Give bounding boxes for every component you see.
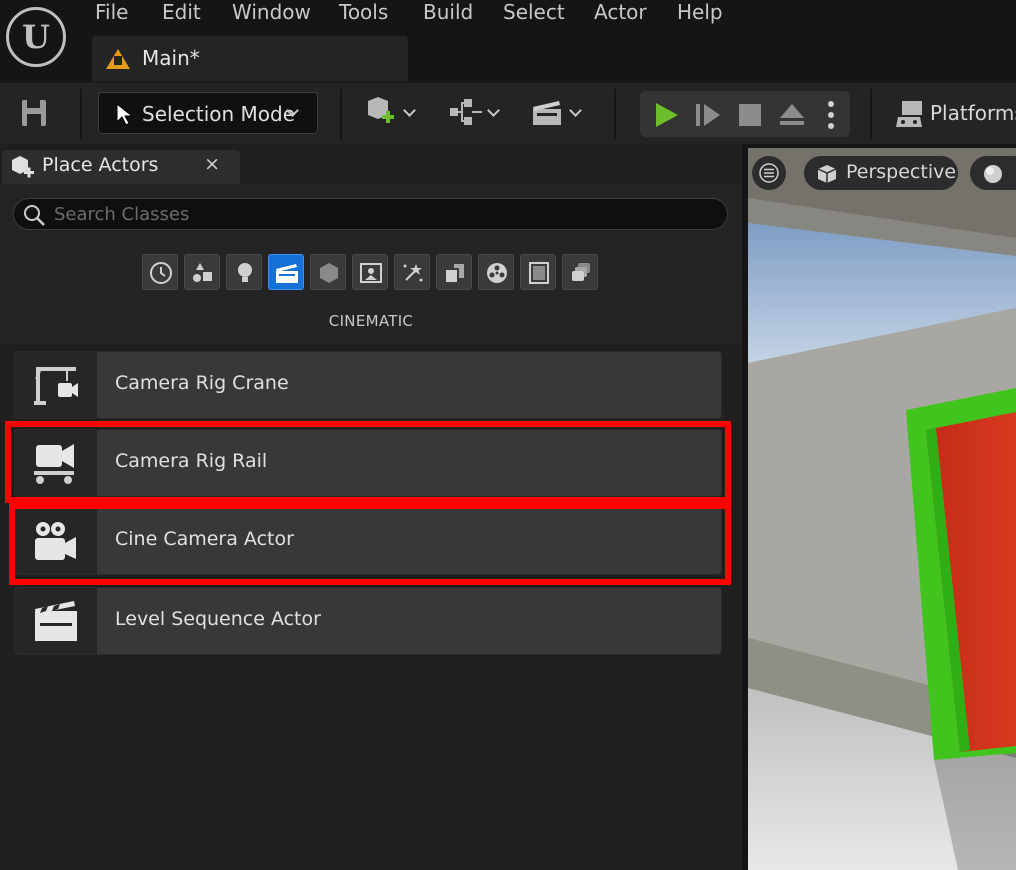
actor-name: Camera Rig Crane [115,372,289,394]
materials-icon[interactable] [520,254,556,290]
unreal-logo-glyph: U [22,18,50,56]
highlight-box-cine-camera-actor [9,503,731,585]
viewport-menu-button[interactable] [752,156,786,190]
place-actors-tab-label: Place Actors [42,154,159,176]
title-bar: U File Edit Window Tools Build Select Ac… [0,0,1016,82]
main-toolbar: Selection Mode Platforms [0,82,1016,144]
toolbar-separator [340,89,342,139]
lit-mode-icon [984,165,1002,183]
cursor-icon [116,102,134,126]
menu-actor[interactable]: Actor [594,0,647,26]
place-actors-tab[interactable]: Place Actors × [2,150,240,184]
actor-thumbnail [15,352,97,418]
level-tab[interactable]: Main* [92,36,408,82]
more-options-icon[interactable] [826,100,836,130]
chevron-down-icon[interactable] [569,104,582,117]
actor-name: Level Sequence Actor [115,608,321,630]
search-icon [24,205,45,226]
lights-icon[interactable] [226,254,262,290]
toolbar-separator [870,89,872,139]
geometry-icon[interactable] [352,254,388,290]
search-classes-box [13,198,728,230]
toolbar-separator [614,89,616,139]
close-icon[interactable]: × [204,153,220,175]
level-warning-icon [106,49,130,69]
chevron-down-icon[interactable] [487,104,500,117]
selection-mode-label: Selection Mode [142,102,296,126]
category-title: CINEMATIC [328,312,414,330]
level-viewport[interactable]: Perspective [748,148,1016,870]
viewport-scene [748,148,1016,870]
actor-level-sequence-actor[interactable]: Level Sequence Actor [14,587,722,655]
camera-rig-crane-icon [34,367,78,405]
eject-icon[interactable] [778,102,806,128]
recently-placed-icon[interactable] [142,254,178,290]
perspective-view-button[interactable]: Perspective [804,156,958,190]
actor-camera-rig-crane[interactable]: Camera Rig Crane [14,351,722,419]
menu-select[interactable]: Select [503,0,565,26]
play-icon[interactable] [652,101,680,129]
add-actor-icon[interactable] [364,95,400,129]
platforms-icon [896,101,922,127]
view-mode-button[interactable] [970,156,1016,190]
save-icon[interactable] [14,97,54,131]
toolbar-separator [80,89,82,139]
visual-effects-icon[interactable] [310,254,346,290]
blueprint-icon[interactable] [448,97,486,127]
menu-help[interactable]: Help [677,0,723,26]
volumes-icon[interactable] [394,254,430,290]
clapperboard-icon [35,601,77,641]
play-controls [640,91,850,137]
highlight-box-camera-rig-rail [5,421,731,503]
menu-edit[interactable]: Edit [162,0,201,26]
perspective-label: Perspective [846,161,957,183]
menu-file[interactable]: File [95,0,128,26]
menu-build[interactable]: Build [423,0,473,26]
actor-thumbnail [15,588,97,654]
unreal-engine-logo[interactable]: U [6,7,66,67]
cinematics-icon[interactable] [530,97,564,127]
menu-tools[interactable]: Tools [339,0,388,26]
advance-frame-icon[interactable] [694,102,722,128]
perspective-cube-icon [817,165,837,183]
hamburger-menu-icon [759,163,779,183]
search-classes-input[interactable] [54,202,694,226]
cinematic-icon[interactable] [268,254,304,290]
all-classes-icon[interactable] [436,254,472,290]
selection-mode-dropdown[interactable]: Selection Mode [98,92,318,134]
stop-icon[interactable] [738,103,762,127]
menu-window[interactable]: Window [232,0,311,26]
place-actors-icon [12,156,34,178]
chevron-down-icon[interactable] [403,104,416,117]
platforms-label: Platforms [930,101,1016,125]
basic-shapes-icon[interactable] [184,254,220,290]
layers-icon[interactable] [562,254,598,290]
shapes-icon[interactable] [478,254,514,290]
level-tab-label: Main* [142,46,200,70]
